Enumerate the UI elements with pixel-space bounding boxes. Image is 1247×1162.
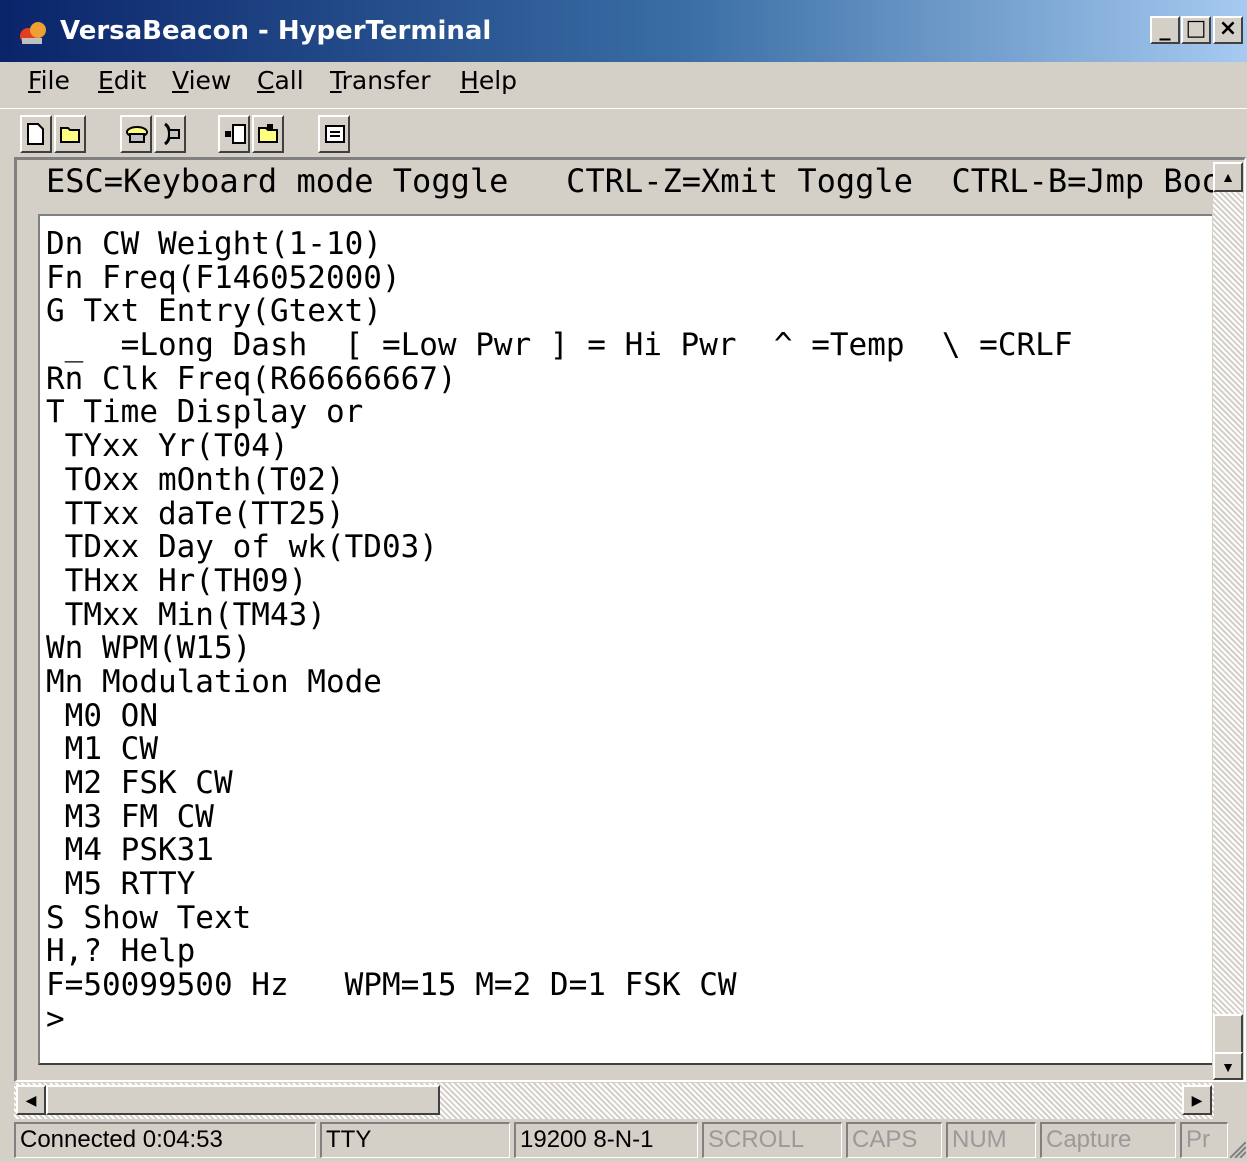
terminal-line: Rn Clk Freq(R66666667) — [46, 360, 457, 397]
terminal-line: M4 PSK31 — [46, 832, 214, 869]
terminal-line: THxx Hr(TH09) — [46, 562, 308, 599]
terminal-line: Dn CW Weight(1-10) — [46, 226, 382, 262]
terminal-line: M5 RTTY — [46, 866, 196, 903]
status-port-settings: 19200 8-N-1 — [514, 1122, 698, 1158]
status-num: NUM — [946, 1122, 1036, 1158]
terminal-line: M3 FM CW — [46, 798, 214, 835]
menu-help[interactable]: Help — [460, 66, 517, 95]
open-icon — [60, 127, 80, 143]
toolbar — [0, 108, 1247, 157]
terminal-line: Fn Freq(F146052000) — [46, 259, 401, 296]
menu-bar: File Edit View Call Transfer Help — [0, 62, 1247, 106]
terminal-line: S Show Text — [46, 899, 252, 936]
menu-transfer[interactable]: Transfer — [330, 66, 431, 95]
receive-button[interactable] — [252, 115, 284, 153]
vertical-scrollbar[interactable]: ▲ ▼ — [1213, 162, 1243, 1080]
menu-file[interactable]: File — [28, 66, 70, 95]
terminal-line: TMxx Min(TM43) — [46, 596, 326, 633]
scroll-left-button[interactable]: ◀ — [16, 1085, 46, 1115]
status-emulation: TTY — [320, 1122, 510, 1158]
terminal-line: Mn Modulation Mode — [46, 663, 382, 700]
terminal-line: > — [46, 1000, 65, 1037]
resize-grip-icon[interactable] — [1230, 1142, 1246, 1158]
send-icon — [225, 124, 246, 144]
menu-call[interactable]: Call — [257, 66, 304, 95]
terminal-line: T Time Display or — [46, 394, 364, 431]
disconnect-phone-icon — [163, 122, 180, 146]
status-scroll: SCROLL — [702, 1122, 842, 1158]
maximize-button[interactable]: □ — [1181, 16, 1211, 44]
close-button[interactable]: × — [1213, 16, 1243, 44]
terminal-line: TOxx mOnth(T02) — [46, 461, 345, 498]
new-connection-icon — [27, 123, 44, 145]
terminal-line: F=50099500 Hz WPM=15 M=2 D=1 FSK CW — [46, 967, 737, 1004]
scroll-down-button[interactable]: ▼ — [1213, 1052, 1243, 1080]
send-button[interactable] — [218, 115, 250, 153]
menu-view[interactable]: View — [172, 66, 231, 95]
status-capture: Capture — [1040, 1122, 1176, 1158]
terminal-line: M2 FSK CW — [46, 765, 233, 801]
horizontal-scroll-thumb[interactable] — [46, 1085, 440, 1115]
terminal-line: M1 CW — [46, 731, 158, 768]
window-title: VersaBeacon - HyperTerminal — [60, 16, 492, 46]
terminal-line: Wn WPM(W15) — [46, 630, 252, 667]
hyperterminal-icon — [20, 22, 46, 44]
terminal-line: TTxx daTe(TT25) — [46, 495, 345, 532]
status-caps: CAPS — [846, 1122, 942, 1158]
disconnect-button[interactable] — [154, 115, 186, 153]
new-connection-button[interactable] — [20, 115, 52, 153]
status-bar: Connected 0:04:53 TTY 19200 8-N-1 SCROLL… — [0, 1120, 1247, 1162]
open-button[interactable] — [54, 115, 86, 153]
horizontal-scrollbar[interactable]: ◀ ▶ — [14, 1083, 1214, 1119]
terminal-line: G Txt Entry(Gtext) — [46, 293, 382, 330]
minimize-button[interactable]: _ — [1150, 16, 1180, 44]
receive-icon — [258, 124, 278, 143]
terminal-line: TYxx Yr(T04) — [46, 428, 289, 465]
scroll-right-button[interactable]: ▶ — [1182, 1085, 1212, 1115]
terminal-line: _ =Long Dash [ =Low Pwr ] = Hi Pwr ^ =Te… — [46, 327, 1073, 364]
connect-button[interactable] — [120, 115, 152, 153]
status-print-echo: Pr — [1180, 1122, 1228, 1158]
properties-button[interactable] — [318, 115, 350, 153]
terminal-line: H,? Help — [46, 933, 196, 970]
terminal-header-line: ESC=Keyboard mode Toggle CTRL-Z=Xmit Tog… — [46, 162, 1241, 200]
connect-phone-icon — [126, 126, 148, 143]
status-connected: Connected 0:04:53 — [14, 1122, 316, 1158]
properties-icon — [325, 125, 345, 143]
terminal-line: TDxx Day of wk(TD03) — [46, 529, 438, 566]
terminal-text[interactable]: Dn CW Weight(1-10) Fn Freq(F146052000) G T… — [46, 226, 1073, 1037]
title-bar[interactable]: VersaBeacon - HyperTerminal _ □ × — [0, 0, 1247, 62]
vertical-scroll-thumb[interactable] — [1213, 1014, 1243, 1054]
terminal-line: M0 ON — [46, 697, 158, 734]
menu-edit[interactable]: Edit — [98, 66, 146, 95]
scroll-up-button[interactable]: ▲ — [1213, 162, 1243, 192]
